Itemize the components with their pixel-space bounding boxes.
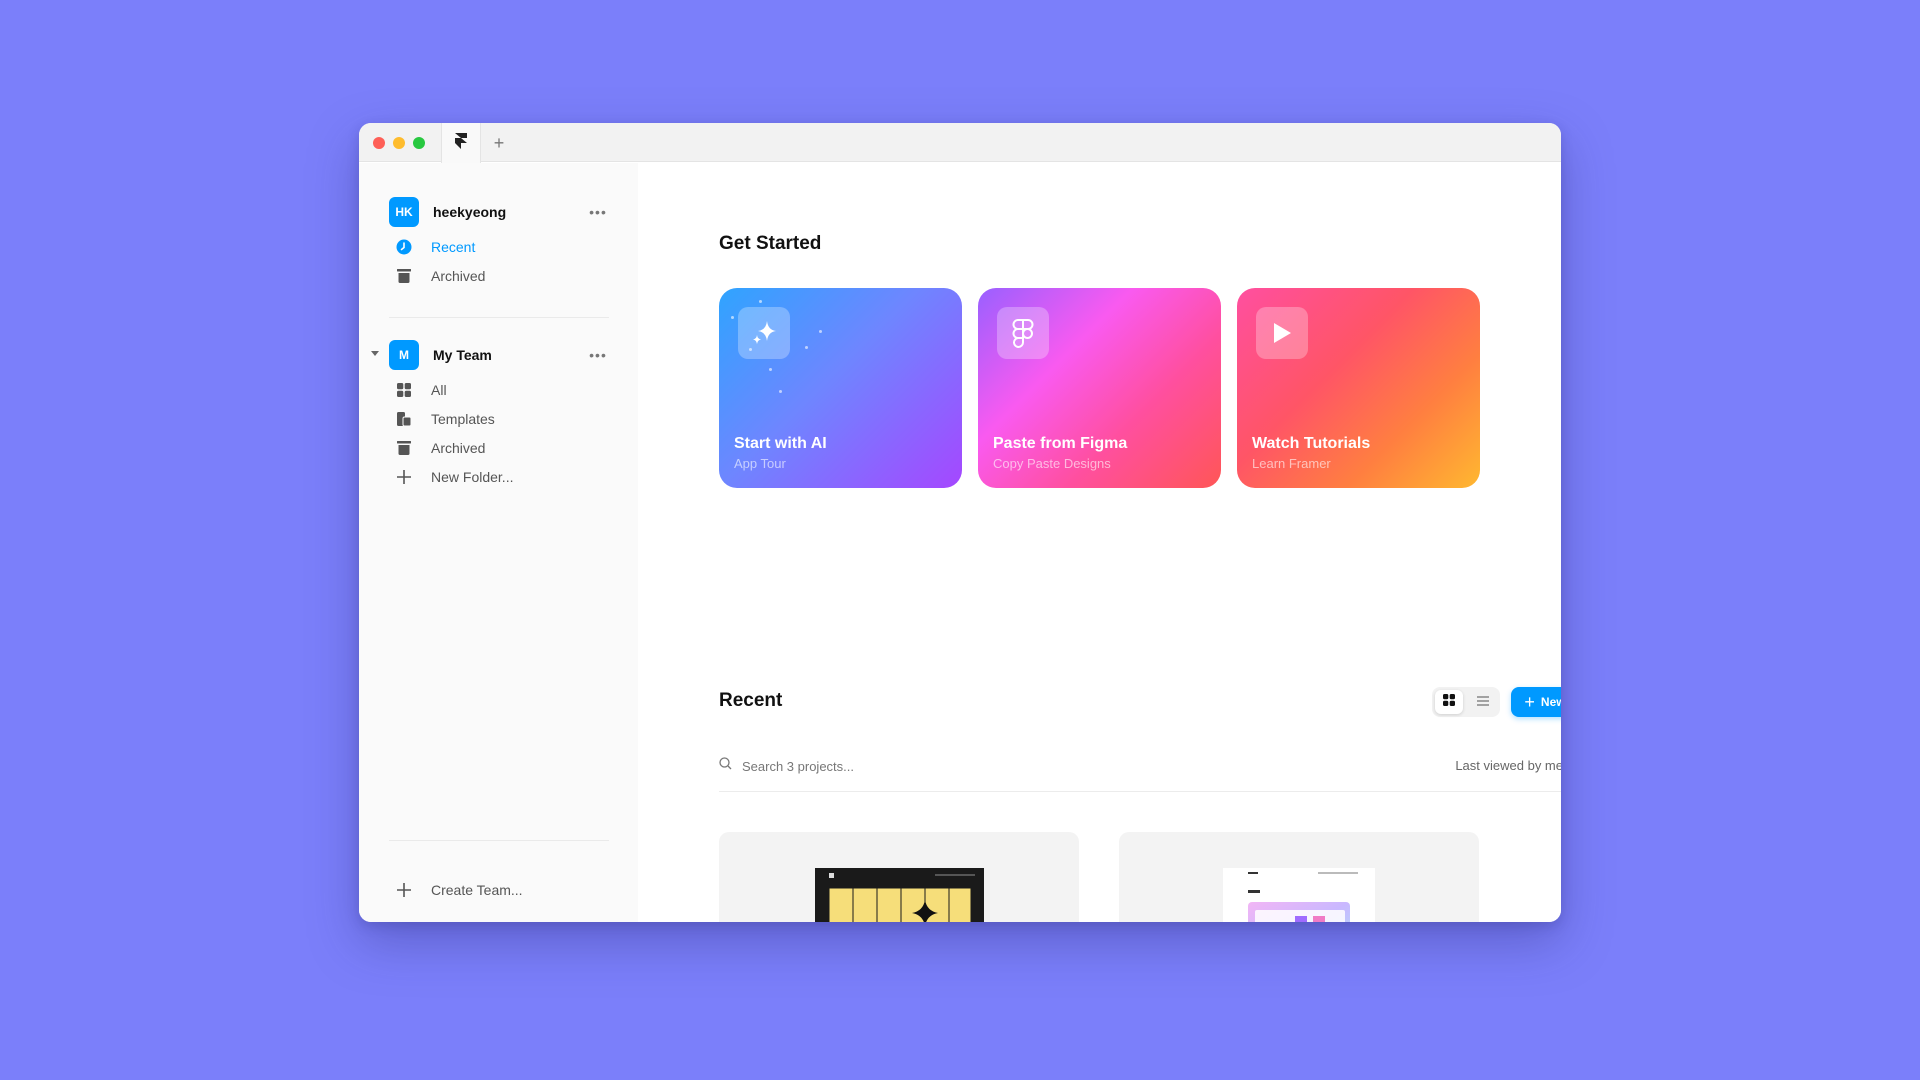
project-card[interactable] (719, 832, 1079, 922)
sidebar-item-recent[interactable]: Recent (389, 233, 609, 261)
card-subtitle: App Tour (734, 456, 786, 471)
search-input[interactable] (742, 758, 1142, 774)
project-thumbnail (815, 868, 984, 922)
recent-heading: Recent (719, 690, 783, 711)
tab-home[interactable] (441, 123, 481, 163)
watch-tutorials-card[interactable]: Watch Tutorials Learn Framer (1237, 288, 1480, 488)
minimize-window-button[interactable] (393, 137, 405, 149)
sidebar-item-label: Archived (431, 268, 486, 284)
plus-icon (395, 468, 413, 486)
collapse-caret-icon[interactable] (371, 351, 379, 356)
create-team-button[interactable]: Create Team... (389, 876, 609, 904)
new-button-label: New (1540, 695, 1561, 709)
framer-logo-icon (454, 132, 468, 155)
project-thumbnail (1223, 868, 1375, 922)
paste-from-figma-card[interactable]: Paste from Figma Copy Paste Designs (978, 288, 1221, 488)
title-bar: + (359, 123, 1561, 163)
sidebar-item-templates[interactable]: Templates (389, 405, 609, 433)
team-more-button[interactable]: ••• (587, 345, 609, 365)
trash-icon (395, 267, 413, 285)
grid-icon (1443, 693, 1455, 711)
trash-icon (395, 439, 413, 457)
view-toggle (1432, 687, 1500, 717)
account-more-button[interactable]: ••• (587, 202, 609, 222)
templates-icon (395, 410, 413, 428)
project-card[interactable] (1119, 832, 1479, 922)
plus-icon: + (1524, 692, 1535, 712)
sidebar-item-all[interactable]: All (389, 376, 609, 404)
card-subtitle: Learn Framer (1252, 456, 1331, 471)
plus-icon (395, 881, 413, 899)
grid-view-button[interactable] (1435, 690, 1463, 714)
app-window: + HK heekyeong ••• Recent Archived M My … (359, 123, 1561, 922)
card-title: Paste from Figma (993, 435, 1128, 452)
sidebar-bottom-divider (389, 840, 609, 841)
create-team-label: Create Team... (431, 882, 523, 898)
get-started-heading: Get Started (719, 233, 822, 254)
team-name: My Team (433, 347, 492, 363)
grid-icon (395, 381, 413, 399)
account-switcher[interactable]: HK heekyeong ••• (389, 197, 609, 227)
team-header[interactable]: M My Team ••• (371, 340, 609, 370)
search-icon (719, 757, 732, 775)
sparkles-icon (738, 307, 790, 359)
new-project-button[interactable]: + New (1511, 687, 1561, 717)
sidebar-item-label: Recent (431, 239, 476, 255)
sidebar-item-label: Templates (431, 411, 495, 427)
sort-label: Last viewed by me (1455, 758, 1561, 773)
card-title: Watch Tutorials (1252, 435, 1371, 452)
list-icon (1477, 693, 1489, 711)
main-content: Get Started Start with AI App Tour Paste… (638, 163, 1561, 922)
sidebar-item-team-archived[interactable]: Archived (389, 434, 609, 462)
sort-dropdown[interactable]: Last viewed by me (1455, 758, 1561, 773)
search-bar: Last viewed by me (719, 751, 1561, 781)
sidebar-item-archived[interactable]: Archived (389, 262, 609, 290)
list-view-button[interactable] (1469, 690, 1497, 714)
search-divider (719, 791, 1561, 792)
account-name: heekyeong (433, 204, 507, 220)
maximize-window-button[interactable] (413, 137, 425, 149)
card-title: Start with AI (734, 435, 827, 452)
sidebar-item-label: All (431, 382, 447, 398)
sidebar-item-label: New Folder... (431, 469, 514, 485)
close-window-button[interactable] (373, 137, 385, 149)
play-icon (1256, 307, 1308, 359)
account-avatar: HK (389, 197, 419, 227)
card-subtitle: Copy Paste Designs (993, 456, 1111, 471)
clock-icon (395, 238, 413, 256)
sidebar-divider (389, 317, 609, 318)
sidebar-item-label: Archived (431, 440, 486, 456)
start-with-ai-card[interactable]: Start with AI App Tour (719, 288, 962, 488)
figma-icon (997, 307, 1049, 359)
sidebar-item-new-folder[interactable]: New Folder... (389, 463, 609, 491)
new-tab-button[interactable]: + (487, 131, 511, 155)
sidebar: HK heekyeong ••• Recent Archived M My Te… (359, 163, 638, 922)
team-avatar: M (389, 340, 419, 370)
